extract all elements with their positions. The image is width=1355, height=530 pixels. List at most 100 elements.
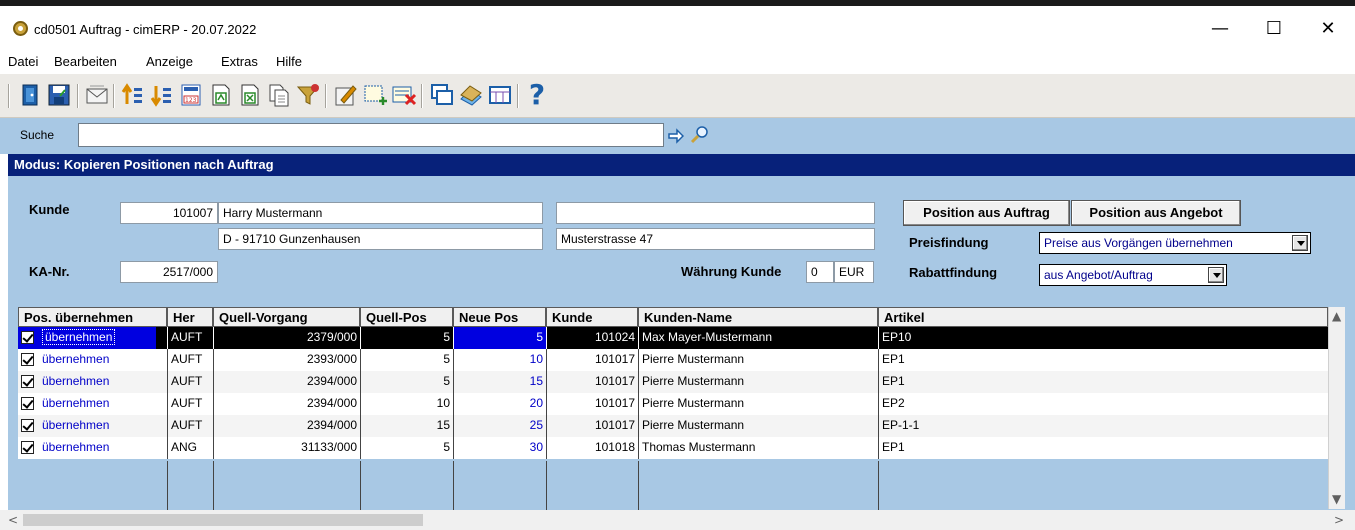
table-row[interactable]: übernehmen AUFT 2394/000 15 25 101017 Pierre M… xyxy=(18,415,1328,437)
action-cell[interactable]: übernehmen xyxy=(18,327,156,349)
discount-value: aus Angebot/Auftrag xyxy=(1044,268,1153,282)
action-cell[interactable]: übernehmen xyxy=(18,371,167,393)
menu-datei[interactable]: Datei xyxy=(8,54,38,69)
customer-street-field[interactable]: Musterstrasse 47 xyxy=(556,228,875,250)
menu-anzeige[interactable]: Anzeige xyxy=(146,54,193,69)
mail-icon[interactable] xyxy=(84,82,110,108)
horizontal-scrollbar[interactable]: < > xyxy=(0,510,1355,530)
scroll-left-icon[interactable]: < xyxy=(8,513,18,527)
action-cell[interactable]: übernehmen xyxy=(18,437,167,459)
calculator-icon[interactable]: 123 xyxy=(178,82,204,108)
table-row[interactable]: übernehmen ANG 31133/000 5 30 101018 Thomas Mu… xyxy=(18,437,1328,459)
scroll-up-icon[interactable]: ▲ xyxy=(1332,309,1341,323)
customer-cell: 101024 xyxy=(546,327,638,349)
checkbox-checked-icon[interactable] xyxy=(21,331,34,344)
currency-field[interactable]: EUR xyxy=(834,261,874,283)
help-icon[interactable]: ? xyxy=(524,81,550,109)
uebernehmen-link[interactable]: übernehmen xyxy=(42,329,116,345)
uebernehmen-link[interactable]: übernehmen xyxy=(42,374,109,388)
action-cell[interactable]: übernehmen xyxy=(18,415,167,437)
discount-select[interactable]: aus Angebot/Auftrag xyxy=(1039,264,1227,286)
column-header-her[interactable]: Her xyxy=(167,307,213,327)
uebernehmen-link[interactable]: übernehmen xyxy=(42,418,109,432)
customer-city-field[interactable]: D - 91710 Gunzenhausen xyxy=(218,228,543,250)
table-row[interactable]: übernehmen AUFT 2379/000 5 5 101024 Max Mayer-… xyxy=(18,327,1328,349)
source-pos-cell: 15 xyxy=(360,415,453,437)
position-from-order-button[interactable]: Position aus Auftrag xyxy=(903,200,1070,226)
copy-document-icon[interactable] xyxy=(266,82,292,108)
currency-label: Währung Kunde xyxy=(681,264,782,279)
discount-label: Rabattfindung xyxy=(909,265,998,280)
table-row[interactable]: übernehmen AUFT 2394/000 5 15 101017 Pierre Mu… xyxy=(18,371,1328,393)
new-entry-icon[interactable] xyxy=(362,82,388,108)
uebernehmen-link[interactable]: übernehmen xyxy=(42,396,109,410)
delete-icon[interactable] xyxy=(391,82,417,108)
her-cell: ANG xyxy=(167,437,213,459)
customer-name-cell: Thomas Mustermann xyxy=(638,437,878,459)
her-cell: AUFT xyxy=(167,415,213,437)
window-icon[interactable] xyxy=(429,82,455,108)
customer-name2-field[interactable] xyxy=(556,202,875,224)
checkbox-checked-icon[interactable] xyxy=(21,397,34,410)
checkbox-checked-icon[interactable] xyxy=(21,441,34,454)
uebernehmen-link[interactable]: übernehmen xyxy=(42,440,109,454)
menu-extras[interactable]: Extras xyxy=(221,54,258,69)
action-cell[interactable]: übernehmen xyxy=(18,349,167,371)
checkbox-checked-icon[interactable] xyxy=(21,419,34,432)
customer-number-field[interactable]: 101007 xyxy=(120,202,218,224)
arrow-right-icon[interactable] xyxy=(668,128,684,144)
currency-code-field[interactable]: 0 xyxy=(806,261,834,283)
ka-number-field[interactable]: 2517/000 xyxy=(120,261,218,283)
source-pos-cell: 5 xyxy=(360,437,453,459)
export-icon[interactable] xyxy=(208,82,234,108)
save-icon[interactable] xyxy=(46,82,72,108)
checkbox-checked-icon[interactable] xyxy=(21,353,34,366)
customer-form: Kunde 101007 Harry Mustermann D - 91710 … xyxy=(8,176,1355,300)
pricing-label: Preisfindung xyxy=(909,235,989,250)
her-cell: AUFT xyxy=(167,393,213,415)
column-header-artikel[interactable]: Artikel xyxy=(878,307,1328,327)
chevron-down-icon[interactable] xyxy=(1292,235,1308,251)
toolbar-separator xyxy=(421,84,423,108)
column-header-kunde[interactable]: Kunde xyxy=(546,307,638,327)
scroll-right-icon[interactable]: > xyxy=(1334,513,1344,527)
scroll-down-icon[interactable]: ▼ xyxy=(1332,492,1341,506)
table-row[interactable]: übernehmen AUFT 2394/000 10 20 101017 Pierre M… xyxy=(18,393,1328,415)
column-header-neue-pos[interactable]: Neue Pos xyxy=(453,307,546,327)
table-row[interactable]: übernehmen AUFT 2393/000 5 10 101017 Pierre Mu… xyxy=(18,349,1328,371)
toolbar-separator xyxy=(8,84,10,108)
source-cell: 31133/000 xyxy=(213,437,360,459)
maximize-button[interactable]: ☐ xyxy=(1254,18,1294,42)
uebernehmen-link[interactable]: übernehmen xyxy=(42,352,109,366)
close-button[interactable]: ✕ xyxy=(1308,18,1348,42)
menu-hilfe[interactable]: Hilfe xyxy=(276,54,302,69)
pricing-select[interactable]: Preise aus Vorgängen übernehmen xyxy=(1039,232,1311,254)
customer-name-field[interactable]: Harry Mustermann xyxy=(218,202,543,224)
column-header-pos-uebernehmen[interactable]: Pos. übernehmen xyxy=(18,307,167,327)
scrollbar-thumb[interactable] xyxy=(23,514,423,526)
vertical-scrollbar[interactable]: ▲ ▼ xyxy=(1328,307,1345,509)
column-header-kunden-name[interactable]: Kunden-Name xyxy=(638,307,878,327)
exit-icon[interactable] xyxy=(17,82,43,108)
action-cell[interactable]: übernehmen xyxy=(18,393,167,415)
minimize-button[interactable]: — xyxy=(1200,18,1240,42)
chevron-down-icon[interactable] xyxy=(1208,267,1224,283)
excel-export-icon[interactable] xyxy=(237,82,263,108)
position-from-offer-button[interactable]: Position aus Angebot xyxy=(1071,200,1241,226)
ka-number-label: KA-Nr. xyxy=(29,264,70,279)
window-title: cd0501 Auftrag - cimERP - 20.07.2022 xyxy=(34,22,257,37)
book-icon[interactable] xyxy=(458,82,484,108)
search-input[interactable] xyxy=(78,123,664,147)
table-icon[interactable] xyxy=(487,82,513,108)
search-label: Suche xyxy=(20,128,55,142)
edit-icon[interactable] xyxy=(333,82,359,108)
magnifier-icon[interactable] xyxy=(690,124,710,144)
column-header-quell-vorgang[interactable]: Quell-Vorgang xyxy=(213,307,360,327)
customer-cell: 101017 xyxy=(546,349,638,371)
menu-bearbeiten[interactable]: Bearbeiten xyxy=(54,54,117,69)
column-header-quell-pos[interactable]: Quell-Pos xyxy=(360,307,453,327)
sort-ascending-icon[interactable] xyxy=(120,82,146,108)
sort-descending-icon[interactable] xyxy=(149,82,175,108)
checkbox-checked-icon[interactable] xyxy=(21,375,34,388)
filter-icon[interactable] xyxy=(295,82,321,108)
